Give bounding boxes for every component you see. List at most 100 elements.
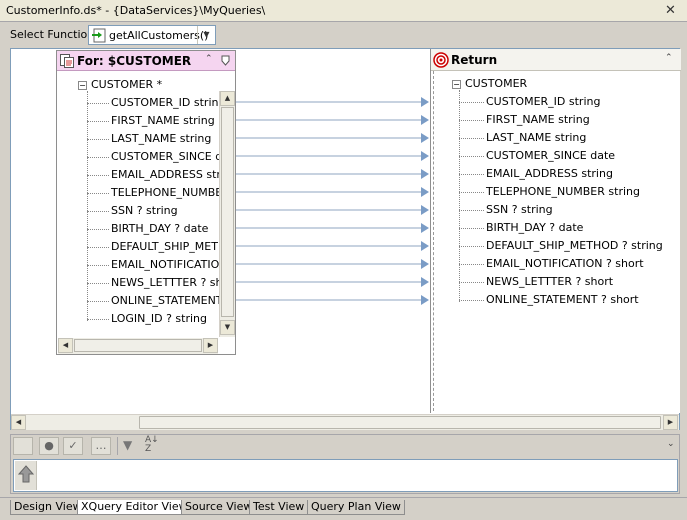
editor-gutter [15, 461, 37, 490]
mapping-arrow-icon [421, 187, 429, 197]
tree-branch [87, 175, 109, 176]
return-panel-title: Return [451, 53, 498, 67]
circle-icon[interactable]: ● [39, 437, 59, 455]
tree-branch [459, 300, 484, 301]
tree-field[interactable]: ONLINE_STATEMENT ? short [486, 293, 639, 306]
tab-xquery-editor-view[interactable]: XQuery Editor View [77, 500, 192, 515]
source-horizontal-scrollbar[interactable]: ◀ ▶ [58, 338, 218, 354]
pin-icon[interactable] [221, 55, 230, 66]
scroll-up-icon[interactable]: ▲ [220, 91, 235, 106]
tree-branch [459, 264, 484, 265]
mapping-arrow-icon [421, 115, 429, 125]
scroll-right-icon[interactable]: ▶ [663, 415, 678, 430]
tree-branch [459, 192, 484, 193]
tree-field[interactable]: CUSTOMER_SINCE date [486, 149, 615, 162]
tree-field[interactable]: LOGIN_ID ? string [111, 312, 207, 325]
tree-branch [459, 120, 484, 121]
tree-field[interactable]: EMAIL_ADDRESS string [111, 168, 219, 181]
source-panel[interactable]: For: $CUSTOMER ⌃ − CUSTOMER * CUSTOMER_ID … [56, 50, 236, 355]
tree-root[interactable]: CUSTOMER * [91, 78, 162, 91]
tree-branch [87, 265, 109, 266]
tree-branch [459, 228, 484, 229]
tab-test-view[interactable]: Test View [249, 500, 309, 515]
tree-branch [87, 193, 109, 194]
tree-field[interactable]: TELEPHONE_NUMBER string [486, 185, 640, 198]
tree-branch [87, 301, 109, 302]
return-panel-header: Return ⌃ [431, 49, 681, 71]
tree-root[interactable]: CUSTOMER [465, 77, 527, 90]
tree-field[interactable]: EMAIL_ADDRESS string [486, 167, 613, 180]
tab-source-view[interactable]: Source View [181, 500, 257, 515]
tree-field[interactable]: EMAIL_NOTIFICATION ? short [486, 257, 644, 270]
scroll-left-icon[interactable]: ◀ [11, 415, 26, 430]
mapping-arrow-icon [421, 133, 429, 143]
tree-field[interactable]: EMAIL_NOTIFICATION ? short [111, 258, 219, 271]
scroll-down-icon[interactable]: ▼ [220, 320, 235, 335]
tree-field[interactable]: ONLINE_STATEMENT ? short [111, 294, 219, 307]
tree-field[interactable]: DEFAULT_SHIP_METHOD ? string [111, 240, 219, 253]
tree-field[interactable]: LAST_NAME string [486, 131, 586, 144]
tree-field[interactable]: FIRST_NAME string [111, 114, 215, 127]
tree-branch [87, 319, 109, 320]
canvas-horizontal-scrollbar[interactable]: ◀ ▶ [11, 414, 679, 430]
return-tree: − CUSTOMER CUSTOMER_ID string FIRST_NAME st… [431, 73, 679, 363]
double-chevron-down-icon[interactable]: ⌄ [667, 439, 675, 449]
tree-connector [459, 90, 460, 302]
source-vertical-scrollbar[interactable]: ▲ ▼ [219, 91, 235, 337]
mapping-arrow-icon [421, 223, 429, 233]
mapping-arrow-icon [421, 205, 429, 215]
tree-branch [459, 210, 484, 211]
tree-field[interactable]: BIRTH_DAY ? date [111, 222, 208, 235]
tree-branch [459, 102, 484, 103]
more-button[interactable]: … [91, 437, 111, 455]
scroll-thumb[interactable] [74, 339, 202, 352]
tree-field[interactable]: NEWS_LETTTER ? short [486, 275, 613, 288]
toolbar-divider [117, 437, 118, 455]
tree-field[interactable]: CUSTOMER_ID string [486, 95, 600, 108]
mapping-arrow-icon [421, 151, 429, 161]
tree-branch [87, 247, 109, 248]
tree-field[interactable]: TELEPHONE_NUMBER string [111, 186, 219, 199]
tree-branch [459, 156, 484, 157]
expression-editor[interactable] [13, 459, 678, 492]
tree-field[interactable]: FIRST_NAME string [486, 113, 590, 126]
double-chevron-up-icon[interactable]: ⌃ [205, 54, 213, 64]
up-arrow-icon[interactable] [18, 465, 34, 483]
check-icon[interactable]: ✓ [63, 437, 83, 455]
sort-az-icon[interactable]: A↓ Z [145, 436, 159, 454]
double-chevron-up-icon[interactable]: ⌃ [665, 53, 673, 63]
collapse-icon[interactable]: − [78, 81, 87, 90]
collapse-icon[interactable]: − [452, 80, 461, 89]
mapping-arrow-icon [421, 241, 429, 251]
mapping-arrow-icon [421, 259, 429, 269]
tree-field[interactable]: SSN ? string [111, 204, 178, 217]
tree-branch [87, 229, 109, 230]
scroll-thumb[interactable] [139, 416, 661, 429]
tree-field[interactable]: DEFAULT_SHIP_METHOD ? string [486, 239, 663, 252]
tree-branch [87, 103, 109, 104]
return-panel[interactable]: Return ⌃ − CUSTOMER CUSTOMER_ID string FIRS… [430, 49, 681, 413]
mapping-arrow-icon [421, 97, 429, 107]
tree-field[interactable]: LAST_NAME string [111, 132, 211, 145]
tree-branch [459, 282, 484, 283]
tab-design-view[interactable]: Design View [10, 500, 86, 515]
scroll-right-icon[interactable]: ▶ [203, 338, 218, 353]
tree-field[interactable]: NEWS_LETTTER ? short [111, 276, 219, 289]
tree-field[interactable]: SSN ? string [486, 203, 553, 216]
blank-button[interactable] [13, 437, 33, 455]
tree-field[interactable]: BIRTH_DAY ? date [486, 221, 583, 234]
filter-icon[interactable]: ▼ [123, 438, 132, 452]
tree-field[interactable]: CUSTOMER_SINCE date [111, 150, 219, 163]
tab-query-plan-view[interactable]: Query Plan View [307, 500, 405, 515]
for-clause-icon [60, 54, 74, 68]
tree-branch [87, 211, 109, 212]
view-tabs: Design View XQuery Editor View Source Vi… [0, 497, 687, 520]
expression-editor-pane: ● ✓ … ▼ A↓ Z ⌄ [10, 434, 680, 494]
tree-field[interactable]: CUSTOMER_ID string [111, 96, 219, 109]
mapping-arrow-icon [421, 295, 429, 305]
tree-connector [87, 91, 88, 321]
scroll-thumb[interactable] [221, 107, 234, 317]
mapping-arrow-icon [421, 169, 429, 179]
scroll-left-icon[interactable]: ◀ [58, 338, 73, 353]
tree-branch [87, 157, 109, 158]
